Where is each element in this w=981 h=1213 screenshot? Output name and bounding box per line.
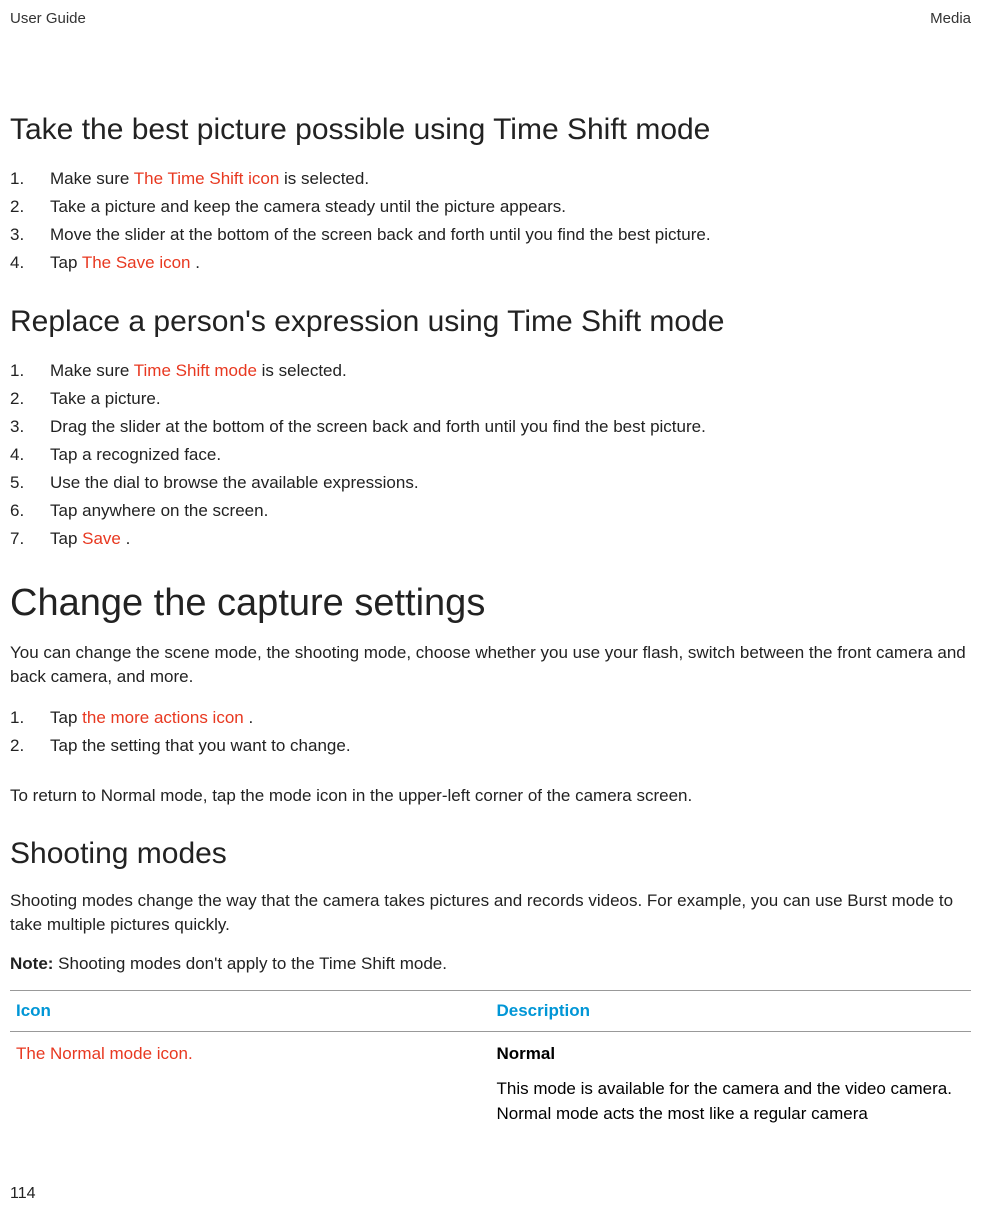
step-text: Move the slider at the bottom of the scr… [50, 221, 971, 249]
header-left: User Guide [10, 10, 86, 27]
table-header-icon: Icon [10, 991, 491, 1032]
section2-title: Replace a person's expression using Time… [10, 305, 971, 339]
section1-steps: 1.Make sure The Time Shift icon is selec… [10, 165, 971, 277]
section1-title: Take the best picture possible using Tim… [10, 113, 971, 147]
step-text: Tap a recognized face. [50, 441, 971, 469]
page-number: 114 [10, 1185, 36, 1203]
step-num: 4. [10, 249, 50, 277]
step-num: 6. [10, 497, 50, 525]
step-text: Drag the slider at the bottom of the scr… [50, 413, 971, 441]
time-shift-icon: The Time Shift icon [134, 169, 284, 188]
note-label: Note: [10, 954, 53, 973]
header-right: Media [930, 10, 971, 27]
section3-steps: 1.Tap the more actions icon . 2.Tap the … [10, 704, 971, 760]
list-item: 1.Make sure Time Shift mode is selected. [10, 357, 971, 385]
list-item: 3.Move the slider at the bottom of the s… [10, 221, 971, 249]
step-num: 7. [10, 525, 50, 553]
step-text: Tap the more actions icon . [50, 704, 971, 732]
table-header-description: Description [491, 991, 972, 1032]
step-num: 1. [10, 704, 50, 732]
step-text: Take a picture. [50, 385, 971, 413]
step-num: 2. [10, 732, 50, 760]
list-item: 5.Use the dial to browse the available e… [10, 469, 971, 497]
step-text: Tap the setting that you want to change. [50, 732, 971, 760]
section3-title: Change the capture settings [10, 582, 971, 625]
step-text: Take a picture and keep the camera stead… [50, 193, 971, 221]
step-text: Make sure The Time Shift icon is selecte… [50, 165, 971, 193]
normal-mode-icon: The Normal mode icon. [16, 1044, 193, 1063]
step-num: 5. [10, 469, 50, 497]
modes-table: Icon Description The Normal mode icon. N… [10, 990, 971, 1136]
section4-intro: Shooting modes change the way that the c… [10, 889, 971, 938]
mode-description: This mode is available for the camera an… [497, 1077, 966, 1126]
list-item: 2.Tap the setting that you want to chang… [10, 732, 971, 760]
time-shift-mode-icon: Time Shift mode [134, 361, 262, 380]
section3-outro: To return to Normal mode, tap the mode i… [10, 784, 971, 809]
step-text: Tap anywhere on the screen. [50, 497, 971, 525]
section4-note: Note: Shooting modes don't apply to the … [10, 952, 971, 977]
list-item: 6.Tap anywhere on the screen. [10, 497, 971, 525]
step-num: 3. [10, 221, 50, 249]
list-item: 7.Tap Save . [10, 525, 971, 553]
section2-steps: 1.Make sure Time Shift mode is selected.… [10, 357, 971, 553]
list-item: 2.Take a picture and keep the camera ste… [10, 193, 971, 221]
step-num: 2. [10, 385, 50, 413]
save-icon: The Save icon [82, 253, 195, 272]
step-text: Tap Save . [50, 525, 971, 553]
list-item: 1.Make sure The Time Shift icon is selec… [10, 165, 971, 193]
section3-intro: You can change the scene mode, the shoot… [10, 641, 971, 690]
list-item: 2.Take a picture. [10, 385, 971, 413]
list-item: 4.Tap a recognized face. [10, 441, 971, 469]
table-row: The Normal mode icon. Normal This mode i… [10, 1032, 971, 1136]
mode-title: Normal [497, 1042, 966, 1067]
save-icon: Save [82, 529, 125, 548]
step-num: 1. [10, 165, 50, 193]
step-text: Tap The Save icon . [50, 249, 971, 277]
section4-title: Shooting modes [10, 837, 971, 871]
step-num: 3. [10, 413, 50, 441]
more-actions-icon: the more actions icon [82, 708, 248, 727]
list-item: 1.Tap the more actions icon . [10, 704, 971, 732]
step-num: 4. [10, 441, 50, 469]
list-item: 4.Tap The Save icon . [10, 249, 971, 277]
step-text: Make sure Time Shift mode is selected. [50, 357, 971, 385]
step-num: 1. [10, 357, 50, 385]
step-num: 2. [10, 193, 50, 221]
step-text: Use the dial to browse the available exp… [50, 469, 971, 497]
list-item: 3.Drag the slider at the bottom of the s… [10, 413, 971, 441]
